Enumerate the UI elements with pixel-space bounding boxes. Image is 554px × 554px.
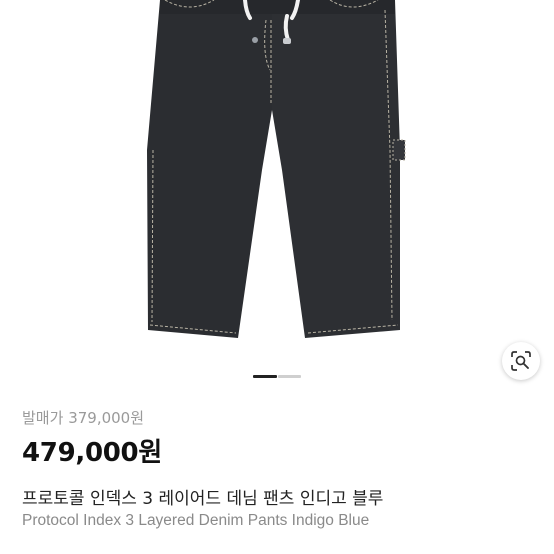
- hammer-loop: [392, 139, 406, 161]
- denim-pants-illustration: [147, 0, 406, 338]
- left-leg: [147, 0, 272, 338]
- carousel-dot-active[interactable]: [253, 375, 277, 378]
- product-image[interactable]: [0, 0, 554, 360]
- sale-price: 479,000원: [22, 438, 162, 468]
- right-leg: [272, 0, 400, 338]
- original-price-label: 발매가: [22, 409, 64, 427]
- original-price: 발매가 379,000원: [22, 407, 144, 428]
- jeans-button: [252, 37, 258, 43]
- product-title-english: Protocol Index 3 Layered Denim Pants Ind…: [22, 512, 370, 529]
- product-title-korean: 프로토콜 인덱스 3 레이어드 데님 팬츠 인디고 블루: [22, 489, 384, 509]
- original-price-value: 379,000원: [68, 409, 145, 427]
- carousel-indicator: [0, 375, 554, 379]
- carousel-dot[interactable]: [278, 375, 301, 378]
- lens-search-icon: [511, 351, 531, 371]
